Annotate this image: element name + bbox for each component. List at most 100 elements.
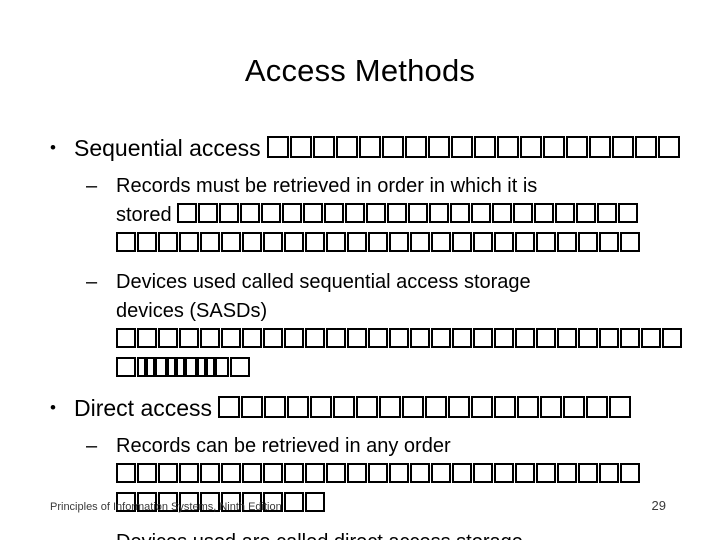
missing-glyph-box xyxy=(494,463,514,483)
missing-glyph-box xyxy=(425,396,448,418)
missing-glyph-box xyxy=(408,203,429,223)
missing-glyph-box xyxy=(305,328,325,348)
missing-glyph-box xyxy=(515,463,535,483)
bullet-text: Direct access xyxy=(74,395,213,421)
bullet-dot-icon: • xyxy=(50,398,56,417)
footer-source-text: Principles of Information Systems, Ninth… xyxy=(50,501,282,513)
missing-glyph-box xyxy=(494,232,514,252)
missing-glyph-box xyxy=(230,357,250,377)
missing-glyph-box xyxy=(263,463,283,483)
missing-glyph-run xyxy=(116,463,641,486)
missing-glyph-box xyxy=(578,463,598,483)
missing-glyph-run xyxy=(116,328,683,351)
missing-glyph-box xyxy=(599,463,619,483)
missing-glyph-box xyxy=(405,136,428,158)
missing-glyph-box xyxy=(557,232,577,252)
bullet-item-level-2: – Devices used are called direct access s… xyxy=(42,528,720,540)
missing-glyph-box xyxy=(513,203,534,223)
missing-glyph-box xyxy=(536,328,556,348)
missing-glyph-box xyxy=(543,136,566,158)
missing-glyph-box xyxy=(176,357,185,377)
missing-glyph-box xyxy=(305,492,325,512)
missing-glyph-box xyxy=(177,203,198,223)
presentation-slide: Access Methods • Sequential access – Recor… xyxy=(0,0,720,540)
bullet-dash-icon: – xyxy=(86,435,98,457)
missing-glyph-box xyxy=(313,136,336,158)
bullet-continuation-line: devices (SASDs) xyxy=(42,297,720,326)
missing-glyph-box xyxy=(284,463,304,483)
missing-glyph-box xyxy=(515,232,535,252)
missing-glyph-run xyxy=(116,232,641,255)
missing-glyph-box xyxy=(620,232,640,252)
missing-glyph-box xyxy=(620,328,640,348)
missing-glyph-box xyxy=(534,203,555,223)
missing-glyph-box xyxy=(473,463,493,483)
missing-glyph-box xyxy=(221,328,241,348)
missing-glyph-box xyxy=(200,232,220,252)
missing-glyph-box xyxy=(557,463,577,483)
missing-glyph-box xyxy=(431,232,451,252)
missing-glyph-box xyxy=(241,396,264,418)
missing-glyph-box xyxy=(609,396,632,418)
missing-glyph-box xyxy=(471,203,492,223)
bullet-dash-icon: – xyxy=(86,175,98,197)
missing-glyph-box xyxy=(474,136,497,158)
missing-glyph-box xyxy=(179,328,199,348)
missing-glyph-box xyxy=(578,232,598,252)
bullet-text: devices (SASDs) xyxy=(116,300,268,322)
missing-glyph-box xyxy=(261,203,282,223)
missing-glyph-run xyxy=(218,395,632,421)
missing-glyph-box xyxy=(620,463,640,483)
missing-glyph-box xyxy=(471,396,494,418)
missing-glyph-box xyxy=(517,396,540,418)
missing-glyph-box xyxy=(557,328,577,348)
missing-glyph-box xyxy=(179,463,199,483)
bullet-item-level-1: • Sequential access xyxy=(42,133,720,163)
missing-glyph-box xyxy=(263,328,283,348)
bullet-text: Devices used called sequential access st… xyxy=(116,271,531,293)
bullet-continuation-line xyxy=(42,461,720,490)
bullet-text: Devices used are called direct access st… xyxy=(116,531,523,540)
bullet-text: Records can be retrieved in any order xyxy=(116,435,451,457)
bullet-item-level-2: – Devices used called sequential access s… xyxy=(42,268,720,297)
missing-glyph-box xyxy=(290,136,313,158)
missing-glyph-box xyxy=(379,396,402,418)
missing-glyph-box xyxy=(618,203,639,223)
missing-glyph-box xyxy=(658,136,681,158)
missing-glyph-box xyxy=(451,136,474,158)
missing-glyph-box xyxy=(240,203,261,223)
missing-glyph-box xyxy=(410,328,430,348)
missing-glyph-box xyxy=(589,136,612,158)
missing-glyph-box xyxy=(242,463,262,483)
missing-glyph-box xyxy=(497,136,520,158)
missing-glyph-box xyxy=(137,463,157,483)
missing-glyph-box xyxy=(137,328,157,348)
bullet-text: Sequential access xyxy=(74,135,261,161)
missing-glyph-box xyxy=(197,357,206,377)
missing-glyph-box xyxy=(410,463,430,483)
missing-glyph-box xyxy=(215,357,229,377)
missing-glyph-box xyxy=(452,328,472,348)
missing-glyph-box xyxy=(287,396,310,418)
missing-glyph-box xyxy=(284,232,304,252)
missing-glyph-box xyxy=(242,328,262,348)
missing-glyph-box xyxy=(578,328,598,348)
missing-glyph-run xyxy=(177,203,639,226)
missing-glyph-box xyxy=(347,328,367,348)
missing-glyph-box xyxy=(599,328,619,348)
missing-glyph-box xyxy=(264,396,287,418)
missing-glyph-box xyxy=(662,328,682,348)
missing-glyph-box xyxy=(599,232,619,252)
missing-glyph-box xyxy=(116,357,136,377)
missing-glyph-box xyxy=(326,463,346,483)
missing-glyph-box xyxy=(359,136,382,158)
missing-glyph-box xyxy=(612,136,635,158)
missing-glyph-box xyxy=(641,328,661,348)
bullet-continuation-line xyxy=(42,326,720,355)
missing-glyph-box xyxy=(382,136,405,158)
missing-glyph-box xyxy=(116,463,136,483)
missing-glyph-box xyxy=(473,328,493,348)
missing-glyph-box xyxy=(116,232,136,252)
bullet-text: Records must be retrieved in order in wh… xyxy=(116,175,538,197)
slide-body-content: • Sequential access – Records must be retr… xyxy=(42,133,720,540)
